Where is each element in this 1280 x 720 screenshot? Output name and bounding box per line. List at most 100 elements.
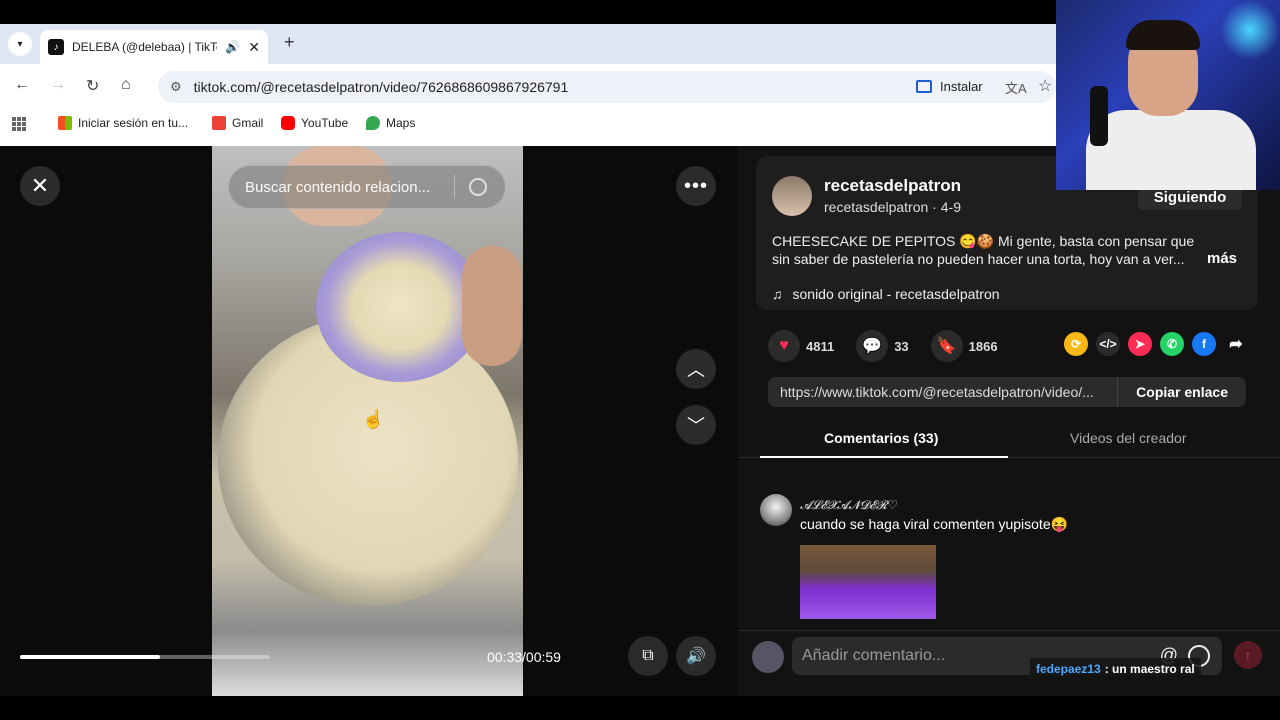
bookmark-maps[interactable]: Maps	[366, 116, 415, 130]
sound-link[interactable]: ♫ sonido original - recetasdelpatron	[772, 286, 1000, 302]
creator-subline: recetasdelpatron · 4-9	[824, 199, 961, 215]
previous-video-button[interactable]: ︿	[676, 349, 716, 389]
search-divider	[454, 175, 455, 199]
details-panel: recetasdelpatron recetasdelpatron · 4-9 …	[738, 146, 1280, 696]
engagement-bar: ♥ 4811 💬 33 🔖 1866	[768, 330, 1020, 362]
new-tab-button[interactable]: +	[284, 32, 295, 53]
creator-handle: recetasdelpatron	[824, 199, 929, 215]
comment-bubble-icon: 💬	[856, 330, 889, 362]
bookmark-label: YouTube	[301, 116, 349, 130]
bookmarks-bar: Iniciar sesión en tu... Gmail YouTube Ma…	[0, 110, 1056, 138]
sound-name: sonido original - recetasdelpatron	[792, 286, 1000, 302]
youtube-icon	[281, 116, 295, 130]
close-video-button[interactable]: ✕	[20, 166, 60, 206]
tab-search-button[interactable]: ▾	[8, 32, 32, 56]
streamer-shirt	[1086, 110, 1256, 190]
comment-button[interactable]: 💬 33	[856, 330, 909, 362]
bookmark-label: Gmail	[232, 116, 264, 130]
hand-image	[462, 246, 522, 366]
like-count: 4811	[806, 338, 835, 354]
comment-count: 33	[894, 338, 909, 354]
video-progress-fill	[20, 655, 160, 659]
translate-icon[interactable]: 文A	[1005, 78, 1027, 97]
heart-icon: ♥	[768, 330, 800, 362]
search-icon[interactable]	[469, 178, 487, 196]
tab-title: DELEBA (@delebaa) | TikTok	[72, 40, 218, 54]
webcam-overlay	[1056, 0, 1280, 190]
commenter-name[interactable]: 𝓐𝓛𝓔𝓧𝓐𝓝𝓓𝓔𝓡♡	[800, 498, 898, 513]
related-search-input[interactable]: Buscar contenido relacion...	[228, 165, 506, 209]
install-icon	[916, 80, 932, 93]
post-date: 4-9	[940, 199, 961, 215]
screen: ▾ ♪ DELEBA (@delebaa) | TikTok 🔊 ✕ + ← →…	[0, 0, 1280, 720]
comment-image[interactable]	[800, 545, 936, 619]
forward-icon[interactable]: →	[50, 76, 66, 94]
share-arrow-icon[interactable]: ➦	[1224, 332, 1248, 356]
browser-tab-active[interactable]: ♪ DELEBA (@delebaa) | TikTok 🔊 ✕	[40, 30, 268, 64]
bookmark-label: Maps	[386, 116, 416, 130]
install-app-button[interactable]: Instalar	[916, 79, 983, 94]
video-time: 00:33/00:59	[487, 649, 561, 665]
bookmark-label: Iniciar sesión en tu...	[78, 116, 189, 130]
search-placeholder: Buscar contenido relacion...	[245, 178, 431, 196]
back-icon[interactable]: ←	[14, 76, 30, 94]
copy-link-button[interactable]: Copiar enlace	[1117, 377, 1246, 407]
chat-user: fedepaez13	[1036, 662, 1101, 676]
save-button[interactable]: 🔖 1866	[930, 330, 998, 362]
maps-icon	[366, 116, 380, 130]
address-url: tiktok.com/@recetasdelpatron/video/76268…	[193, 79, 569, 95]
more-link[interactable]: más	[1207, 250, 1237, 267]
close-tab-icon[interactable]: ✕	[248, 39, 260, 56]
share-link-box: https://www.tiktok.com/@recetasdelpatron…	[768, 377, 1246, 407]
video-progress-bar[interactable]	[20, 655, 270, 659]
bookmark-microsoft[interactable]: Iniciar sesión en tu...	[58, 116, 188, 130]
next-video-button[interactable]: ﹀	[676, 405, 716, 445]
apps-grid-icon[interactable]	[12, 117, 26, 131]
stream-chat-message: fedepaez13 : un maestro ral	[1030, 658, 1201, 680]
bookmark-youtube[interactable]: YouTube	[281, 116, 348, 130]
like-button[interactable]: ♥ 4811	[768, 330, 834, 362]
more-options-button[interactable]: •••	[676, 166, 716, 206]
tab-creator-videos[interactable]: Videos del creador	[1070, 430, 1186, 446]
streamer-hair	[1126, 20, 1200, 50]
rgb-light	[1220, 0, 1280, 60]
panel-tabs: Comentarios (33) Videos del creador	[738, 422, 1280, 458]
reload-icon[interactable]: ↻	[86, 76, 99, 96]
whatsapp-icon[interactable]: ✆	[1160, 332, 1184, 356]
chat-text: : un maestro ral	[1104, 662, 1195, 676]
hand-cursor-icon: ☝	[362, 409, 385, 429]
gmail-icon	[212, 116, 226, 130]
embed-icon[interactable]: </>	[1096, 332, 1120, 356]
bookmark-star-icon[interactable]: ☆	[1038, 76, 1052, 96]
site-info-icon[interactable]: ⚙	[170, 79, 182, 95]
post-description: CHEESECAKE DE PEPITOS 😋🍪 Mi gente, basta…	[772, 233, 1195, 267]
post-comment-button[interactable]: ↑	[1234, 641, 1262, 669]
speaker-icon[interactable]: 🔊	[225, 40, 240, 54]
send-to-friends-icon[interactable]: ➤	[1128, 332, 1152, 356]
tab-comments[interactable]: Comentarios (33)	[824, 430, 938, 446]
install-label: Instalar	[940, 79, 983, 94]
commenter-avatar[interactable]	[760, 494, 792, 526]
repost-icon[interactable]: ⟳	[1064, 332, 1088, 356]
save-count: 1866	[968, 338, 998, 354]
bookmark-gmail[interactable]: Gmail	[212, 116, 263, 130]
microphone-icon	[1090, 86, 1108, 146]
purple-bowl-image	[316, 232, 484, 382]
creator-avatar[interactable]	[772, 176, 812, 216]
share-link-url[interactable]: https://www.tiktok.com/@recetasdelpatron…	[768, 384, 1117, 400]
facebook-icon[interactable]: f	[1192, 332, 1216, 356]
comment-text: cuando se haga viral comenten yupisote😝	[800, 516, 1069, 532]
microsoft-icon	[58, 116, 72, 130]
browser-toolbar: ← → ↻ ⌂ ⚙ tiktok.com/@recetasdelpatron/v…	[0, 64, 1056, 110]
tiktok-favicon-icon: ♪	[48, 39, 64, 55]
comment-placeholder: Añadir comentario...	[802, 647, 946, 664]
video-player: ✕ Buscar contenido relacion... ••• ︿ ﹀ ☝…	[0, 146, 738, 696]
share-options: ⟳ </> ➤ ✆ f ➦	[1064, 332, 1256, 356]
music-note-icon: ♫	[772, 286, 783, 302]
creator-name[interactable]: recetasdelpatron	[824, 176, 961, 196]
bookmark-icon: 🔖	[930, 330, 963, 362]
active-tab-indicator	[760, 456, 1008, 458]
home-icon[interactable]: ⌂	[121, 76, 131, 94]
volume-button[interactable]: 🔊	[676, 636, 716, 676]
picture-in-picture-button[interactable]: ⧉	[628, 636, 668, 676]
